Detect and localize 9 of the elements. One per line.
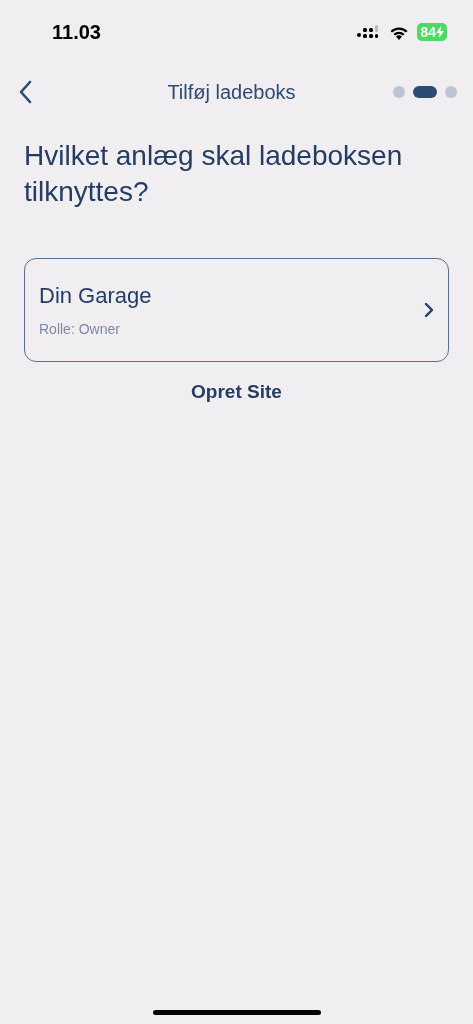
question-heading: Hvilket anlæg skal ladeboksen tilknyttes?: [24, 139, 404, 209]
site-role: Rolle: Owner: [39, 321, 121, 337]
chevron-right-icon: [424, 302, 434, 318]
battery-level: 84: [417, 23, 447, 41]
site-card[interactable]: Din Garage Rolle: Owner: [24, 258, 449, 362]
create-site-link[interactable]: Opret Site: [185, 380, 288, 404]
site-name: Din Garage: [39, 283, 153, 309]
screen-title: Tilføj ladeboks: [166, 80, 297, 104]
status-time: 11.03: [52, 20, 101, 44]
